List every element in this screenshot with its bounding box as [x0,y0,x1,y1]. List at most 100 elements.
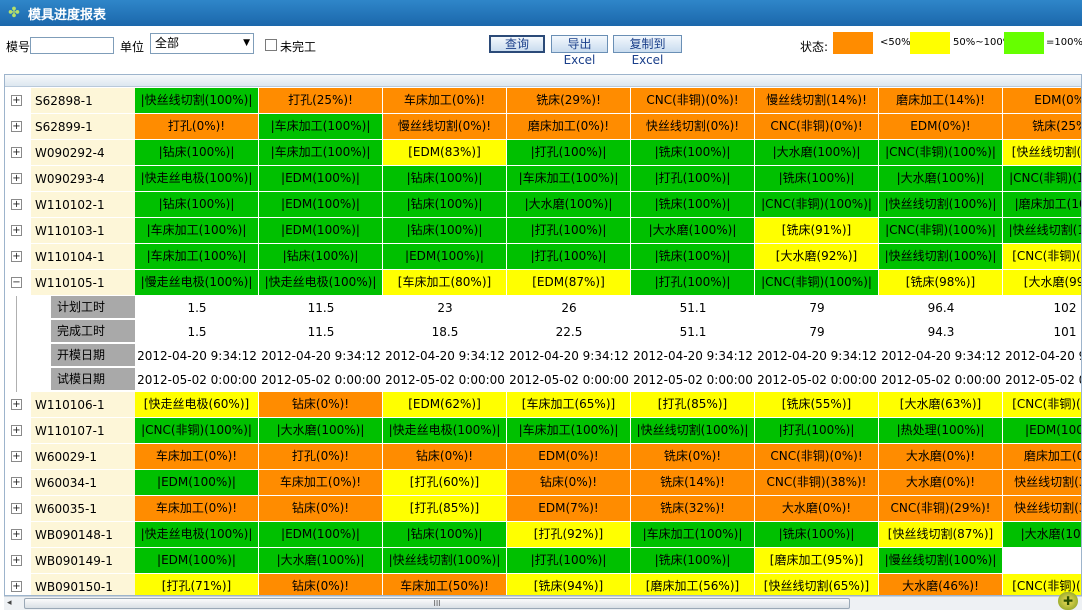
process-cell[interactable]: |钻床(100%)| [135,140,259,166]
process-cell[interactable]: [快走丝电极(60%)] [135,392,259,418]
process-cell[interactable]: |钻床(100%)| [259,244,383,270]
process-cell[interactable]: |CNC(非铜)(100%)| [879,140,1003,166]
process-cell[interactable]: |CNC(非铜)(100%)| [879,218,1003,244]
process-cell[interactable]: |EDM(100%)| [135,548,259,574]
table-row[interactable]: + WB090150-1 [打孔(71%)] 钻床(0%)! 车床加工(50%)! [铣床… [5,574,1081,595]
process-cell[interactable]: 大水磨(0%)! [879,444,1003,470]
process-cell[interactable]: |慢丝线切割(100%)| [879,548,1003,574]
process-cell[interactable]: [CNC(非铜)(90%)] [1003,244,1081,270]
expand-icon[interactable]: + [11,555,22,566]
process-cell[interactable]: 大水磨(46%)! [879,574,1003,595]
process-cell[interactable]: |大水磨(100%)| [755,140,879,166]
process-cell[interactable]: |CNC(非铜)(100%)| [135,418,259,444]
process-cell[interactable]: |大水磨(100%)| [1003,522,1081,548]
expand-icon[interactable]: + [11,529,22,540]
process-cell[interactable]: [大水磨(99%)] [1003,270,1081,296]
process-cell[interactable]: |快丝线切割(100%)| [631,418,755,444]
process-cell[interactable]: 快丝线切割(0%)! [631,114,755,140]
table-row[interactable]: + W110103-1 |车床加工(100%)| |EDM(100%)| |钻床(100… [5,218,1081,244]
process-cell[interactable]: 磨床加工(0%)! [507,114,631,140]
process-cell[interactable]: 钻床(0%)! [259,496,383,522]
process-cell[interactable]: |铣床(100%)| [631,244,755,270]
process-cell[interactable]: |EDM(100%)| [259,218,383,244]
process-cell[interactable]: |车床加工(100%)| [507,418,631,444]
table-row[interactable]: + S62899-1 打孔(0%)! |车床加工(100%)| 慢丝线切割(0%)! 磨床… [5,114,1081,140]
process-cell[interactable]: [EDM(83%)] [383,140,507,166]
process-cell[interactable]: |铣床(100%)| [755,522,879,548]
process-cell[interactable]: |EDM(100%)| [259,192,383,218]
process-cell[interactable]: |车床加工(100%)| [135,218,259,244]
process-cell[interactable]: 铣床(0%)! [631,444,755,470]
process-cell[interactable]: CNC(非铜)(29%)! [879,496,1003,522]
expand-icon[interactable]: + [11,451,22,462]
process-cell[interactable]: 磨床加工(14%)! [879,88,1003,114]
process-cell[interactable]: 快丝线切割(33%)! [1003,496,1081,522]
collapse-icon[interactable]: − [11,277,22,288]
process-cell[interactable]: |大水磨(100%)| [631,218,755,244]
table-row[interactable]: + W110104-1 |车床加工(100%)| |钻床(100%)| |EDM(100… [5,244,1081,270]
process-cell[interactable]: |快走丝电极(100%)| [259,270,383,296]
scroll-left-icon[interactable]: ◂ [7,598,12,608]
table-row[interactable]: + W090292-4 |钻床(100%)| |车床加工(100%)| [EDM(83%… [5,140,1081,166]
expand-icon[interactable]: + [11,121,22,132]
table-row[interactable]: − W110105-1 |慢走丝电极(100%)| |快走丝电极(100%)| [车床加… [5,270,1081,296]
process-cell[interactable]: 铣床(25%)! [1003,114,1081,140]
process-cell[interactable]: |打孔(100%)| [507,244,631,270]
process-cell[interactable]: [打孔(60%)] [383,470,507,496]
expand-icon[interactable]: + [11,95,22,106]
table-row[interactable]: + W110107-1 |CNC(非铜)(100%)| |大水磨(100%)| |快走丝… [5,418,1081,444]
process-cell[interactable]: 钻床(0%)! [383,444,507,470]
query-button[interactable]: 查询 [489,35,545,53]
table-row[interactable]: + W60034-1 |EDM(100%)| 车床加工(0%)! [打孔(60%)] 钻床… [5,470,1081,496]
process-cell[interactable]: [打孔(85%)] [383,496,507,522]
table-row[interactable]: + WB090149-1 |EDM(100%)| |大水磨(100%)| |快丝线切割(… [5,548,1081,574]
expand-icon[interactable]: + [11,425,22,436]
process-cell[interactable]: |快丝线切割(100%)| [879,244,1003,270]
process-cell[interactable]: [EDM(62%)] [383,392,507,418]
process-cell[interactable]: |铣床(100%)| [631,548,755,574]
process-cell[interactable]: 打孔(25%)! [259,88,383,114]
expand-icon[interactable]: + [11,399,22,410]
process-cell[interactable]: |钻床(100%)| [383,192,507,218]
process-cell[interactable]: [铣床(55%)] [755,392,879,418]
process-cell[interactable]: |快丝线切割(100%)| [383,548,507,574]
process-cell[interactable]: |打孔(100%)| [755,418,879,444]
process-cell[interactable]: 车床加工(50%)! [383,574,507,595]
incomplete-checkbox[interactable] [265,39,277,51]
process-cell[interactable]: |打孔(100%)| [507,218,631,244]
process-cell[interactable]: CNC(非铜)(0%)! [631,88,755,114]
process-cell[interactable]: |车床加工(100%)| [259,140,383,166]
expand-icon[interactable]: + [11,581,22,592]
process-cell[interactable]: |慢走丝电极(100%)| [135,270,259,296]
expand-icon[interactable]: + [11,147,22,158]
expand-icon[interactable]: + [11,199,22,210]
process-cell[interactable]: [CNC(非铜)(94%)] [1003,392,1081,418]
process-cell[interactable]: 钻床(0%)! [259,392,383,418]
expand-icon[interactable]: + [11,251,22,262]
process-cell[interactable]: [车床加工(65%)] [507,392,631,418]
process-cell[interactable]: 磨床加工(0%)! [1003,444,1081,470]
copy-to-excel-button[interactable]: 复制到Excel [613,35,682,67]
table-row[interactable]: + W110102-1 |钻床(100%)| |EDM(100%)| |钻床(100%)… [5,192,1081,218]
expand-icon[interactable]: + [11,225,22,236]
process-cell[interactable]: |EDM(100%)| [135,470,259,496]
process-cell[interactable]: 快丝线切割(33%)! [1003,470,1081,496]
process-cell[interactable]: EDM(0%)! [1003,88,1081,114]
process-cell[interactable]: [铣床(91%)] [755,218,879,244]
process-cell[interactable]: |大水磨(100%)| [507,192,631,218]
process-cell[interactable]: |快走丝电极(100%)| [135,522,259,548]
process-cell[interactable]: [打孔(71%)] [135,574,259,595]
process-cell[interactable]: |快走丝电极(100%)| [383,418,507,444]
process-cell[interactable]: |大水磨(100%)| [259,548,383,574]
process-cell[interactable]: [铣床(98%)] [879,270,1003,296]
process-cell[interactable]: |车床加工(100%)| [259,114,383,140]
process-cell[interactable]: |钻床(100%)| [383,166,507,192]
process-cell[interactable]: CNC(非铜)(38%)! [755,470,879,496]
process-cell[interactable]: 慢丝线切割(0%)! [383,114,507,140]
process-cell[interactable]: 车床加工(0%)! [383,88,507,114]
process-cell[interactable]: |热处理(100%)| [879,418,1003,444]
process-cell[interactable]: 打孔(0%)! [135,114,259,140]
process-cell[interactable]: 铣床(29%)! [507,88,631,114]
process-cell[interactable]: |大水磨(100%)| [259,418,383,444]
table-row[interactable]: + S62898-1 |快丝线切割(100%)| 打孔(25%)! 车床加工(0%)! 铣… [5,88,1081,114]
